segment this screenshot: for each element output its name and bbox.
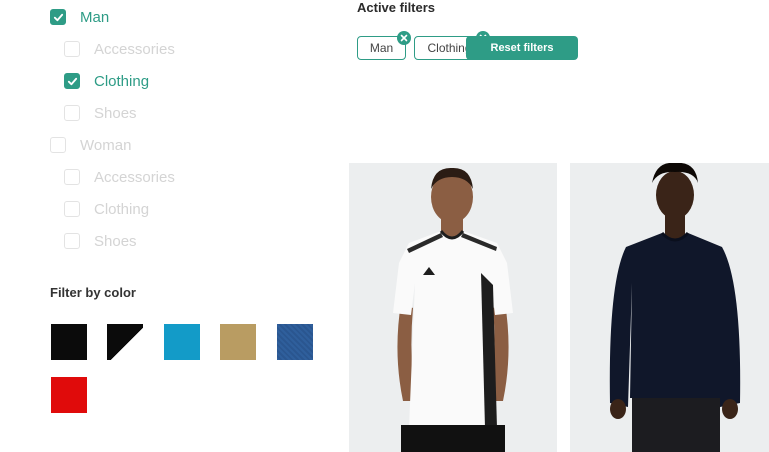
category-label: Accessories [94,168,175,186]
check-icon [53,13,63,21]
product-image-white-tshirt [349,163,557,452]
checkbox-woman-shoes[interactable] [64,233,80,249]
category-label: Clothing [94,200,150,218]
reset-filters-button[interactable]: Reset filters [466,36,578,60]
checkbox-woman[interactable] [50,137,66,153]
color-swatch-black-white[interactable] [107,324,143,360]
category-woman[interactable]: Woman [50,135,131,155]
chip-label: Man [369,41,394,55]
category-label: Woman [80,136,132,154]
color-swatch-blue[interactable] [164,324,200,360]
category-woman-clothing[interactable]: Clothing [64,199,149,219]
checkbox-woman-clothing[interactable] [64,201,80,217]
category-label: Accessories [94,40,175,58]
filter-by-color-title: Filter by color [50,285,136,300]
close-icon[interactable] [397,31,411,45]
chip-label: Clothing [427,41,472,55]
color-swatch-red[interactable] [51,377,87,413]
checkbox-woman-accessories[interactable] [64,169,80,185]
product-card[interactable] [349,163,557,452]
category-man-shoes[interactable]: Shoes [64,103,137,123]
color-swatch-black[interactable] [51,324,87,360]
category-label: Man [80,8,110,26]
category-label: Clothing [94,72,150,90]
product-image-navy-sweater [570,163,769,452]
checkbox-man-clothing[interactable] [64,73,80,89]
color-swatch-beige[interactable] [220,324,256,360]
category-label: Shoes [94,232,137,250]
category-man-accessories[interactable]: Accessories [64,39,175,59]
active-filters-title: Active filters [357,0,436,15]
checkbox-man[interactable] [50,9,66,25]
category-woman-accessories[interactable]: Accessories [64,167,175,187]
product-card[interactable] [570,163,769,452]
category-label: Shoes [94,104,137,122]
active-filter-chip-man[interactable]: Man [357,31,411,60]
color-swatch-denim[interactable] [277,324,313,360]
category-woman-shoes[interactable]: Shoes [64,231,137,251]
check-icon [67,77,77,85]
checkbox-man-shoes[interactable] [64,105,80,121]
category-man-clothing[interactable]: Clothing [64,71,149,91]
category-man[interactable]: Man [50,7,109,27]
checkbox-man-accessories[interactable] [64,41,80,57]
